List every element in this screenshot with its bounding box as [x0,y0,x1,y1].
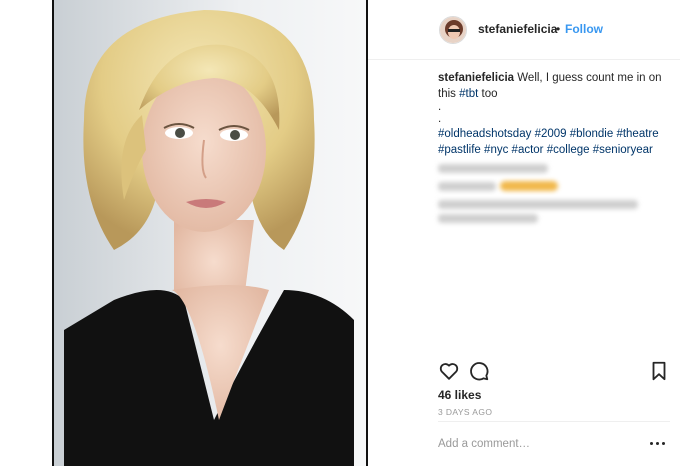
hashtag[interactable]: #pastlife [438,144,481,156]
speech-bubble-icon[interactable] [468,360,490,382]
hashtag-row-1: #oldheadshotsday #2009 #blondie #theatre [438,126,670,142]
blurred-emoji [500,181,558,191]
hashtag[interactable]: #blondie [570,128,613,140]
caption-dot: . [438,101,442,113]
caption-line-1: stefaniefelicia Well, I guess count me i… [438,70,670,86]
comment-input[interactable] [438,434,638,454]
caption-text-prefix: this [438,88,456,100]
bookmark-icon[interactable] [648,360,670,382]
more-options-icon[interactable] [650,437,666,449]
caption-line-2: this #tbt too [438,86,670,102]
hashtag-row-2: #pastlife #nyc #actor #college #seniorye… [438,142,670,158]
hashtag[interactable]: #2009 [535,128,567,140]
post-photo[interactable] [52,0,368,466]
portrait-image [54,0,366,466]
hashtag[interactable]: #actor [512,144,544,156]
timestamp[interactable]: 3 DAYS AGO [438,407,492,417]
hashtag[interactable]: #tbt [459,88,478,100]
blurred-comment [438,182,496,191]
caption-username[interactable]: stefaniefelicia [438,72,514,84]
hashtag[interactable]: #nyc [484,144,508,156]
heart-icon[interactable] [438,360,460,382]
follow-button[interactable]: Follow [565,22,603,36]
hashtag[interactable]: #senioryear [593,144,653,156]
post-side-panel: stefaniefelicia • Follow stefaniefelicia… [368,0,680,466]
likes-count[interactable]: 46 likes [438,388,481,402]
caption-text-suffix: too [481,88,498,100]
caption-dot: . [438,113,442,125]
blurred-comment [438,200,638,209]
post-header: stefaniefelicia • Follow [368,0,680,60]
post-caption: stefaniefelicia Well, I guess count me i… [438,70,670,158]
blurred-comment [438,164,548,173]
hashtag[interactable]: #oldheadshotsday [438,128,531,140]
blurred-comment [438,214,538,223]
separator-dot: • [556,22,561,36]
hashtag[interactable]: #college [547,144,590,156]
header-username[interactable]: stefaniefelicia [478,22,557,36]
hashtag[interactable]: #theatre [616,128,658,140]
caption-text: Well, I guess count me in on [517,72,662,84]
avatar[interactable] [439,16,467,44]
divider [438,421,670,422]
post-actions [438,360,670,384]
